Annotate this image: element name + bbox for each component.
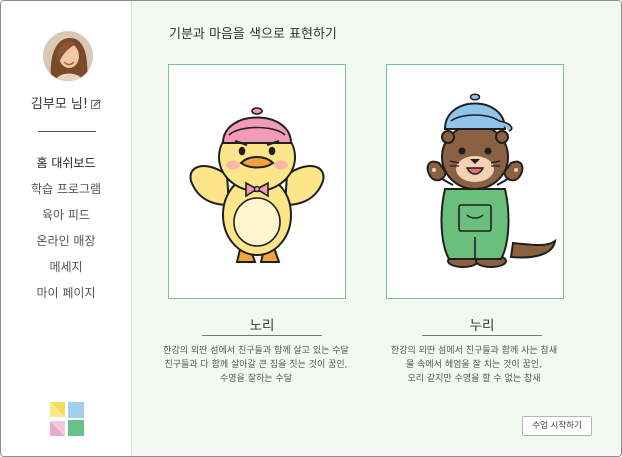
sidebar: 김부모 님! 홈 대쉬보드 학습 프로그램 육아 피드 온라인 매장 메세지 마… <box>1 1 132 456</box>
otter-illustration <box>426 93 557 268</box>
nav-item-parenting-feed[interactable]: 육아 피드 <box>1 205 131 231</box>
avatar[interactable] <box>43 31 93 81</box>
username: 김부모 님! <box>1 93 131 112</box>
sidebar-divider <box>38 131 96 132</box>
character-name-nuri: 누리 <box>469 318 495 334</box>
nav-item-online-store[interactable]: 온라인 매장 <box>1 231 131 257</box>
character-description-nori: 한강의 외딴 섬에서 친구들과 함께 살고 있는 수달 친구들과 다 함께 살아… <box>163 346 349 384</box>
character-description-nuri: 한강의 외딴 섬에서 친구들과 함께 사는 참새 물 속에서 헤엄을 잘 치는 … <box>390 346 558 384</box>
nav-item-my-page[interactable]: 마이 페이지 <box>1 283 131 309</box>
nav-item-messages[interactable]: 메세지 <box>1 257 131 283</box>
character-name-underline <box>422 335 542 336</box>
edit-icon[interactable] <box>91 98 101 109</box>
chick-illustration <box>189 107 325 263</box>
main-content: 기분과 마음을 색으로 표현하기 노리 한강의 외딴 섬에서 친구들과 함께 살… <box>132 1 621 456</box>
username-text: 김부모 님! <box>30 97 89 112</box>
nav-item-learning-program[interactable]: 학습 프로그램 <box>1 179 131 205</box>
app-window: 김부모 님! 홈 대쉬보드 학습 프로그램 육아 피드 온라인 매장 메세지 마… <box>0 0 622 457</box>
sidebar-nav: 홈 대쉬보드 학습 프로그램 육아 피드 온라인 매장 메세지 마이 페이지 <box>1 153 131 309</box>
character-name-nori: 노리 <box>249 318 275 334</box>
character-name-underline <box>202 335 322 336</box>
character-card-nuri[interactable] <box>386 64 564 299</box>
page-title: 기분과 마음을 색으로 표현하기 <box>169 27 337 42</box>
start-lesson-button[interactable]: 수업 시작하기 <box>522 416 592 436</box>
nav-item-home-dashboard[interactable]: 홈 대쉬보드 <box>1 153 131 179</box>
character-card-nori[interactable] <box>168 64 346 299</box>
brand-logo-icon <box>50 402 84 436</box>
